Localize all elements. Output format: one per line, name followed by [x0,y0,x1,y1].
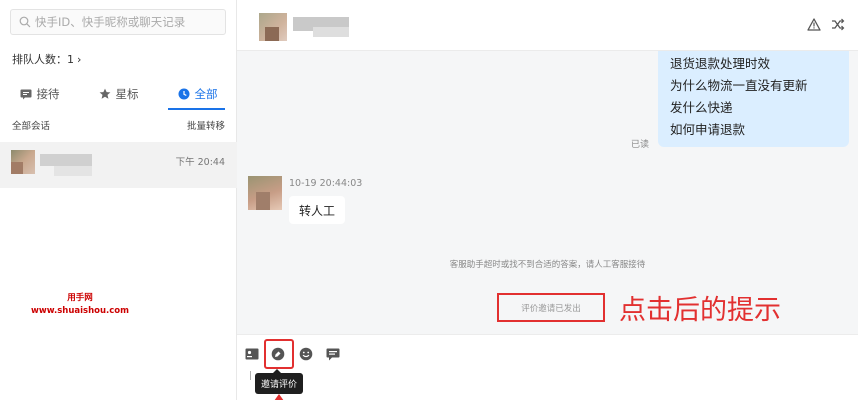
app: 排队人数：1 › 接待 星标 全部 [0,0,858,400]
search-icon [19,16,31,28]
watermark-url: www.shuaishou.com [30,306,130,316]
incoming-message-bubble: 转人工 [289,196,346,224]
conversation-tabs: 接待 星标 全部 [0,78,237,110]
tab-all[interactable]: 全部 [158,78,237,110]
outgoing-message-bubble: 退货退款处理时效 为什么物流一直没有更新 发什么快递 如何申请退款 [658,51,849,147]
invite-evaluation-icon[interactable] [269,345,287,363]
quick-question[interactable]: 发什么快递 [670,97,837,119]
system-note: 客服助手超时或找不到合适的答案，请人工客服接待 [449,260,646,270]
queue-count-link[interactable]: 排队人数：1 › [12,51,81,67]
message-composer: | 邀请评价 [237,334,858,400]
search-box[interactable] [10,9,226,35]
clock-icon [178,88,190,100]
quick-question[interactable]: 如何申请退款 [670,119,837,141]
queue-label: 排队人数：1 [12,53,74,66]
input-cursor: | [249,371,253,381]
comment-icon[interactable] [324,345,342,363]
tab-all-label: 全部 [194,87,218,101]
message-icon [20,89,32,100]
contact-name-blurred [293,17,349,37]
arrow-up-icon [274,394,284,400]
conversation-sidebar: 排队人数：1 › 接待 星标 全部 [0,0,237,400]
message-timestamp: 10-19 20:44:03 [289,178,363,189]
chat-header [237,0,858,51]
conversation-item[interactable]: 下午 20:44 [0,142,237,188]
watermark-title: 用手网 [67,293,93,303]
avatar [11,150,35,174]
tooltip: 邀请评价 [255,369,304,394]
annotation-text: 点击后的提示 [619,295,781,326]
avatar [259,13,287,41]
tab-reception-label: 接待 [36,87,60,101]
conversation-time: 下午 20:44 [175,157,225,168]
warning-icon[interactable] [807,18,821,31]
tab-starred[interactable]: 星标 [79,78,158,110]
quick-question[interactable]: 退货退款处理时效 [670,53,837,75]
quick-reply-icon[interactable] [243,345,261,363]
star-icon [99,88,111,100]
contact-name-blurred [40,154,92,176]
list-header: 全部会话 批量转移 [0,118,237,136]
search-input[interactable] [35,15,215,29]
tab-reception[interactable]: 接待 [0,78,79,110]
tab-starred-label: 星标 [115,87,139,101]
avatar [248,176,282,210]
list-title: 全部会话 [12,121,51,132]
batch-transfer-link[interactable]: 批量转移 [187,118,225,136]
chat-panel: 退货退款处理时效 为什么物流一直没有更新 发什么快递 如何申请退款 已读 10-… [237,0,858,400]
quick-question[interactable]: 为什么物流一直没有更新 [670,75,837,97]
chevron-right-icon: › [77,52,82,66]
read-status: 已读 [631,140,650,150]
shuffle-icon[interactable] [831,18,845,31]
evaluation-sent-notice: 评价邀请已发出 [497,293,605,322]
emoji-icon[interactable] [297,345,315,363]
